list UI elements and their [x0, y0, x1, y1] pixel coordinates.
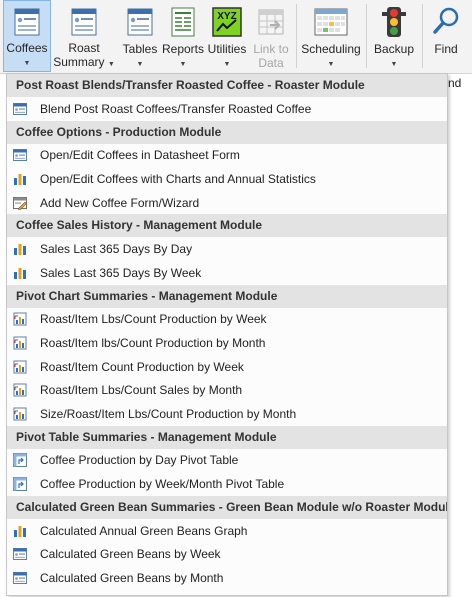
menu-item[interactable]: Calculated Green Beans by Month — [7, 566, 447, 590]
utilities-label: Utilities — [207, 42, 247, 56]
chevron-down-icon: ▼ — [107, 61, 115, 68]
utilities-button[interactable]: XYZ Utilities ▼ — [205, 0, 249, 72]
chevron-down-icon: ▼ — [136, 61, 144, 68]
traffic-light-icon — [377, 4, 411, 40]
ribbon-separator — [422, 4, 423, 68]
menu-item[interactable]: Sales Last 365 Days By Week — [7, 261, 447, 285]
backup-button[interactable]: Backup ▼ — [369, 0, 419, 72]
chevron-down-icon: ▼ — [179, 61, 187, 68]
menu-item[interactable]: Coffee Production by Week/Month Pivot Ta… — [7, 472, 447, 496]
tables-button[interactable]: Tables ▼ — [118, 0, 162, 72]
chevron-down-icon: ▼ — [223, 61, 231, 68]
pivot-chart-icon — [13, 360, 27, 374]
summary-label: Summary ▼ — [53, 55, 115, 72]
menu-section-header: Coffee Sales History - Management Module — [7, 214, 447, 238]
menu-item[interactable]: Roast/Item Lbs/Count Sales by Month — [7, 378, 447, 402]
menu-item[interactable]: Add New Coffee Form/Wizard — [7, 191, 447, 215]
form-icon — [13, 571, 27, 585]
menu-item-label: Roast/Item Count Production by Week — [40, 359, 244, 374]
menu-item-label: Calculated Green Beans by Month — [40, 570, 224, 585]
scheduling-label: Scheduling — [301, 42, 361, 56]
pivot-chart-icon — [13, 383, 27, 397]
data-label: Data — [258, 56, 284, 70]
menu-item-label: Roast/Item Lbs/Count Production by Week — [40, 312, 267, 327]
ribbon-separator — [296, 4, 297, 68]
menu-item[interactable]: Open/Edit Coffees with Charts and Annual… — [7, 167, 447, 191]
form-icon — [13, 102, 27, 116]
add-form-icon — [13, 196, 27, 210]
scheduling-button[interactable]: Scheduling ▼ — [299, 0, 363, 72]
find-label: Find — [434, 42, 458, 56]
menu-item[interactable]: Open/Edit Coffees in Datasheet Form — [7, 144, 447, 168]
menu-item[interactable]: Roast/Item Lbs/Count Production by Week — [7, 308, 447, 332]
coffees-dropdown-menu: Post Roast Blends/Transfer Roasted Coffe… — [6, 73, 448, 596]
chevron-down-icon: ▼ — [23, 60, 31, 67]
find-button[interactable]: Find — [425, 0, 467, 72]
roast-summary-button[interactable]: Roast Summary ▼ — [53, 0, 115, 72]
reports-label: Reports — [161, 42, 205, 56]
menu-section-header: Post Roast Blends/Transfer Roasted Coffe… — [7, 74, 447, 97]
menu-item[interactable]: Roast/Item Count Production by Week — [7, 355, 447, 379]
svg-text:XYZ: XYZ — [217, 11, 236, 22]
menu-item-label: Sales Last 365 Days By Day — [40, 242, 193, 257]
pivot-chart-icon — [13, 336, 27, 350]
menu-item-label: Calculated Annual Green Beans Graph — [40, 523, 248, 538]
menu-section-header: Calculated Green Bean Summaries - Green … — [7, 495, 447, 519]
menu-item[interactable]: Calculated Green Beans by Week — [7, 542, 447, 566]
menu-item-label: Coffee Production by Week/Month Pivot Ta… — [40, 476, 285, 491]
pivot-table-icon — [13, 476, 27, 491]
report-icon — [166, 4, 200, 40]
chart-icon — [13, 242, 27, 256]
menu-item-label: Roast/Item Lbs/Count Sales by Month — [40, 383, 243, 398]
coffees-label: Coffees — [6, 41, 48, 55]
link-table-icon — [254, 4, 288, 40]
menu-item-label: Size/Roast/Item Lbs/Count Production by … — [40, 406, 297, 421]
ribbon: Coffees ▼ Roast Summary ▼ Tables ▼ Repor… — [0, 0, 472, 74]
link-to-data-button[interactable]: Link to Data — [251, 0, 291, 72]
summary-label-text: Summary — [53, 55, 105, 69]
menu-item-label: Add New Coffee Form/Wizard — [40, 195, 200, 210]
menu-section-header: Pivot Table Summaries - Management Modul… — [7, 425, 447, 449]
menu-item[interactable]: Size/Roast/Item Lbs/Count Production by … — [7, 402, 447, 426]
menu-item-label: Blend Post Roast Coffees/Transfer Roaste… — [40, 101, 312, 116]
link-to-label: Link to — [253, 42, 289, 56]
form-icon — [67, 4, 101, 39]
chart-icon — [13, 172, 27, 186]
form-icon — [13, 547, 27, 561]
pivot-chart-icon — [13, 407, 27, 421]
coffees-button[interactable]: Coffees ▼ — [3, 0, 51, 72]
utilities-icon: XYZ — [210, 4, 244, 40]
magnifier-icon — [429, 4, 463, 40]
reports-button[interactable]: Reports ▼ — [161, 0, 205, 72]
form-icon — [10, 5, 44, 39]
menu-item[interactable]: Blend Post Roast Coffees/Transfer Roaste… — [7, 97, 447, 121]
backup-label: Backup — [373, 42, 415, 56]
pivot-chart-icon — [13, 312, 27, 326]
form-icon — [13, 148, 27, 162]
menu-item-label: Sales Last 365 Days By Week — [40, 265, 202, 280]
chart-icon — [13, 524, 27, 538]
tables-label: Tables — [122, 42, 158, 56]
menu-item-label: Open/Edit Coffees with Charts and Annual… — [40, 171, 316, 186]
menu-item[interactable]: Coffee Production by Day Pivot Table — [7, 449, 447, 473]
pivot-table-icon — [13, 453, 27, 468]
menu-item-label: Calculated Green Beans by Week — [40, 547, 221, 562]
calendar-icon — [314, 4, 348, 40]
chevron-down-icon: ▼ — [327, 61, 335, 68]
menu-item-label: Coffee Production by Day Pivot Table — [40, 453, 239, 468]
menu-section-header: Coffee Options - Production Module — [7, 120, 447, 144]
menu-item-label: Open/Edit Coffees in Datasheet Form — [40, 148, 240, 163]
ribbon-separator — [366, 4, 367, 68]
chevron-down-icon: ▼ — [390, 61, 398, 68]
chart-icon — [13, 266, 27, 280]
roast-label: Roast — [68, 41, 100, 55]
menu-item[interactable]: Calculated Annual Green Beans Graph — [7, 519, 447, 543]
menu-item[interactable]: Roast/Item lbs/Count Production by Month — [7, 331, 447, 355]
menu-section-header: Pivot Chart Summaries - Management Modul… — [7, 284, 447, 308]
form-icon — [123, 4, 157, 40]
menu-item[interactable]: Sales Last 365 Days By Day — [7, 237, 447, 261]
partial-ribbon-text: nd — [448, 76, 462, 90]
menu-item-label: Roast/Item lbs/Count Production by Month — [40, 335, 266, 350]
